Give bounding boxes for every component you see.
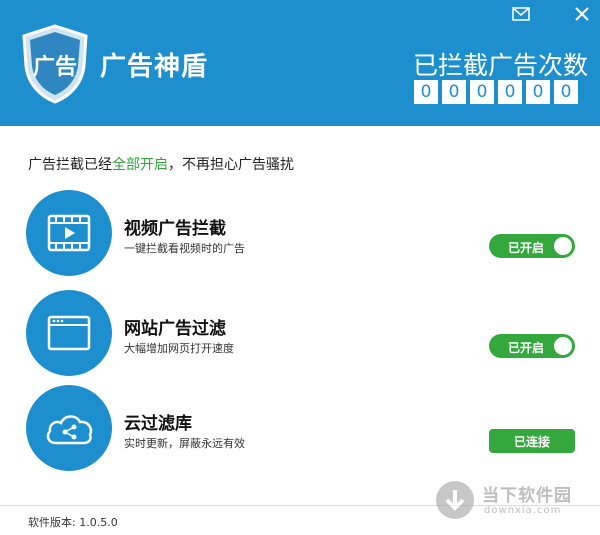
website-filter-toggle[interactable]: 已开启 <box>489 334 575 358</box>
counter-digit: 0 <box>526 80 550 104</box>
feature-title: 云过滤库 <box>124 414 192 434</box>
toggle-knob <box>554 237 572 255</box>
logo-text: 广告 <box>33 54 77 80</box>
feature-video-ad-block: 视频广告拦截 一键拦截看视频时的广告 已开启 <box>0 190 600 280</box>
toggle-knob <box>554 337 572 355</box>
shield-logo: 广告 <box>20 24 90 104</box>
feature-description: 大幅增加网页打开速度 <box>124 342 234 355</box>
status-message: 广告拦截已经全部开启，不再担心广告骚扰 <box>28 154 294 174</box>
status-prefix: 广告拦截已经 <box>28 157 112 173</box>
browser-window-icon <box>26 290 112 376</box>
cloud-connected-button[interactable]: 已连接 <box>489 429 575 453</box>
close-icon[interactable] <box>574 6 592 22</box>
site-watermark: 当下软件园 downxia.com <box>436 481 586 521</box>
feature-cloud-filter: 云过滤库 实时更新，屏蔽永远有效 已连接 <box>0 385 600 475</box>
blocked-counter: 0 0 0 0 0 0 <box>414 80 578 104</box>
status-highlight: 全部开启 <box>112 157 168 173</box>
counter-digit: 0 <box>498 80 522 104</box>
toggle-label: 已开启 <box>508 241 545 255</box>
feedback-mail-icon[interactable] <box>512 6 530 22</box>
version-label: 软件版本: 1.0.5.0 <box>28 516 118 529</box>
counter-digit: 0 <box>470 80 494 104</box>
download-arrow-icon <box>436 481 474 519</box>
feature-description: 一键拦截看视频时的广告 <box>124 242 245 255</box>
watermark-name: 当下软件园 <box>482 486 572 506</box>
video-play-icon <box>26 190 112 276</box>
feature-description: 实时更新，屏蔽永远有效 <box>124 437 245 450</box>
app-header: 广告 广告神盾 已拦截广告次数 0 0 0 0 0 0 <box>0 0 600 126</box>
counter-digit: 0 <box>414 80 438 104</box>
cloud-share-icon <box>26 385 112 471</box>
feature-title: 视频广告拦截 <box>124 219 226 239</box>
counter-digit: 0 <box>554 80 578 104</box>
video-block-toggle[interactable]: 已开启 <box>489 234 575 258</box>
feature-website-ad-filter: 网站广告过滤 大幅增加网页打开速度 已开启 <box>0 290 600 380</box>
app-title: 广告神盾 <box>100 52 209 82</box>
watermark-domain: downxia.com <box>484 505 562 516</box>
feature-title: 网站广告过滤 <box>124 319 226 339</box>
counter-digit: 0 <box>442 80 466 104</box>
blocked-count-title: 已拦截广告次数 <box>413 51 589 80</box>
status-suffix: ，不再担心广告骚扰 <box>168 157 294 173</box>
toggle-label: 已开启 <box>508 341 545 355</box>
